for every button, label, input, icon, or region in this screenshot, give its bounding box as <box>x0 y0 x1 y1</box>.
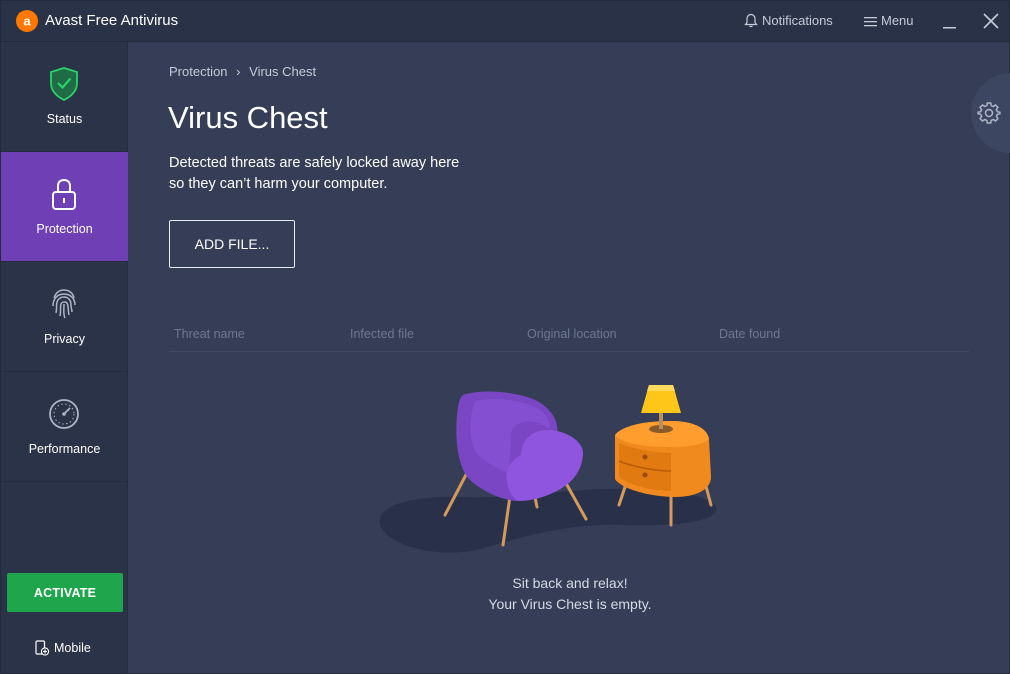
empty-chest-illustration <box>379 385 717 553</box>
menu-label: Menu <box>881 13 914 28</box>
settings-button[interactable] <box>971 73 1010 153</box>
breadcrumb-separator: › <box>236 64 241 79</box>
avast-logo-icon: a <box>16 10 38 32</box>
svg-text:a: a <box>23 14 31 29</box>
description-line-1: Detected threats are safely locked away … <box>169 155 460 171</box>
empty-state-message: Sit back and relax! Your Virus Chest is … <box>470 573 670 615</box>
notifications-label: Notifications <box>762 13 833 28</box>
column-original-location[interactable]: Original location <box>527 327 617 341</box>
menu-button[interactable]: Menu <box>864 13 914 28</box>
close-icon[interactable] <box>981 11 1001 31</box>
page-title: Virus Chest <box>168 100 328 135</box>
page-description: Detected threats are safely locked away … <box>169 153 509 195</box>
fingerprint-icon <box>52 289 76 319</box>
sidebar-item-performance[interactable]: Performance <box>1 372 128 482</box>
sidebar-item-status[interactable]: Status <box>1 42 128 152</box>
empty-line-2: Your Virus Chest is empty. <box>488 596 652 612</box>
mobile-icon <box>35 640 50 656</box>
mobile-label: Mobile <box>54 641 91 655</box>
gear-icon <box>977 102 1001 124</box>
mobile-link[interactable]: Mobile <box>34 640 91 656</box>
speedometer-icon <box>49 399 79 429</box>
sidebar: Status Protection Privacy Performance AC… <box>1 42 128 673</box>
breadcrumb: Protection › Virus Chest <box>169 64 316 79</box>
column-threat-name[interactable]: Threat name <box>174 327 245 341</box>
app-window: a Avast Free Antivirus Notifications Men… <box>0 0 1010 674</box>
bell-icon <box>744 13 758 28</box>
minimize-icon[interactable] <box>941 11 959 31</box>
app-title: Avast Free Antivirus <box>45 12 179 29</box>
shield-check-icon <box>50 67 78 102</box>
sidebar-item-privacy[interactable]: Privacy <box>1 262 128 372</box>
sidebar-item-label: Status <box>46 112 83 126</box>
breadcrumb-protection[interactable]: Protection <box>169 64 228 79</box>
lock-icon <box>52 178 76 210</box>
sidebar-item-protection[interactable]: Protection <box>1 152 128 262</box>
empty-line-1: Sit back and relax! <box>512 575 628 591</box>
description-line-2: so they can’t harm your computer. <box>169 176 388 192</box>
table-header: Threat name Infected file Original locat… <box>169 327 969 352</box>
breadcrumb-current: Virus Chest <box>249 64 317 79</box>
column-infected-file[interactable]: Infected file <box>350 327 414 341</box>
sidebar-item-label: Privacy <box>44 332 85 346</box>
sidebar-item-label: Protection <box>36 222 93 236</box>
sidebar-item-label: Performance <box>28 442 101 456</box>
title-bar: a Avast Free Antivirus Notifications Men… <box>1 1 1009 42</box>
notifications-button[interactable]: Notifications <box>744 13 833 28</box>
column-date-found[interactable]: Date found <box>719 327 780 341</box>
add-file-button[interactable]: ADD FILE... <box>169 220 295 268</box>
activate-button[interactable]: ACTIVATE <box>7 573 123 612</box>
hamburger-icon <box>864 16 877 26</box>
